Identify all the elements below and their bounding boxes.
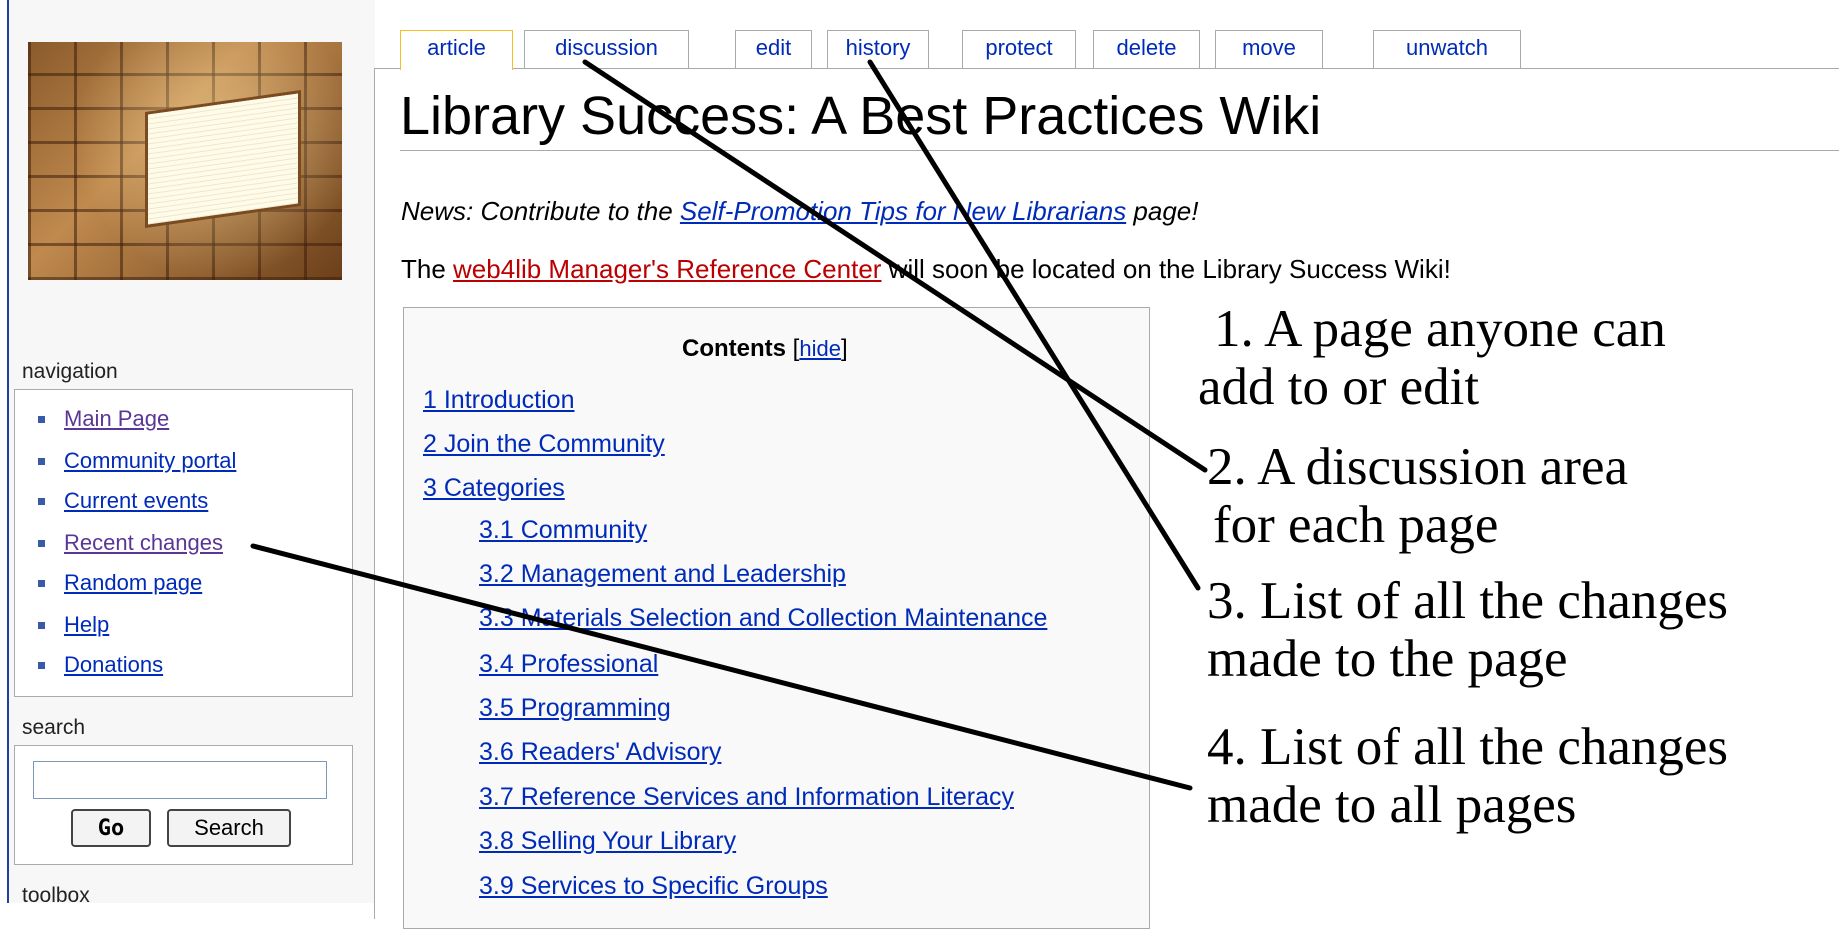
toc-item[interactable]: 3.4 Professional [479,650,658,679]
bullet-icon [38,458,45,465]
toc-hide-link[interactable]: hide [799,336,841,361]
annotation-2-line-1: 2. A discussion area [1207,438,1628,496]
news-prefix: News: Contribute to the [401,196,680,226]
toc-bracket-close: ] [840,335,848,362]
annotation-4-line-1: 4. List of all the changes [1207,718,1729,776]
annotation-4-line-2: made to all pages [1207,776,1577,834]
bullet-icon [38,662,45,669]
toc-title: Contents [hide] [682,335,848,363]
annotation-1-line-1: 1. A page anyone can [1214,300,1666,358]
search-button[interactable]: Search [167,809,291,847]
annotation-2-line-2: for each page [1213,496,1499,554]
go-button[interactable]: Go [71,809,151,847]
nav-link-current-events[interactable]: Current events [64,488,208,514]
tab-discussion[interactable]: discussion [524,30,689,68]
tab-history[interactable]: history [827,30,929,68]
tab-edit[interactable]: edit [735,30,812,68]
nav-link-main-page[interactable]: Main Page [64,406,169,432]
bullet-icon [38,540,45,547]
toc-item[interactable]: 3 Categories [423,474,565,503]
card-drawer [148,93,298,225]
nav-link-recent-changes[interactable]: Recent changes [64,530,223,556]
search-input[interactable] [33,761,327,799]
notice-line: The web4lib Manager's Reference Center w… [401,254,1451,285]
bullet-icon [38,498,45,505]
tab-move[interactable]: move [1215,30,1323,68]
notice-prefix: The [401,254,454,284]
page-title: Library Success: A Best Practices Wiki [400,86,1322,146]
tab-delete[interactable]: delete [1093,30,1200,68]
self-promotion-tips-link[interactable]: Self-Promotion Tips for New Librarians [680,196,1126,226]
toc-heading: Contents [682,335,786,362]
nav-link-donations[interactable]: Donations [64,652,163,678]
tab-protect[interactable]: protect [962,30,1076,68]
annotation-1-line-2: add to or edit [1198,358,1480,416]
toc-item[interactable]: 3.8 Selling Your Library [479,827,736,856]
notice-suffix: will soon be located on the Library Succ… [881,254,1451,284]
navigation-title: navigation [22,360,118,383]
toc-item[interactable]: 3.9 Services to Specific Groups [479,872,828,901]
toc-item[interactable]: 3.5 Programming [479,694,671,723]
toc-item[interactable]: 3.7 Reference Services and Information L… [479,783,1014,812]
bullet-icon [38,580,45,587]
library-card-catalog-logo[interactable] [28,42,342,280]
news-suffix: page! [1126,196,1199,226]
tab-unwatch[interactable]: unwatch [1373,30,1521,68]
bullet-icon [38,416,45,423]
news-line: News: Contribute to the Self-Promotion T… [401,196,1198,227]
annotation-3-line-1: 3. List of all the changes [1207,572,1729,630]
toc-item[interactable]: 2 Join the Community [423,430,665,459]
toc-item[interactable]: 1 Introduction [423,386,575,415]
annotation-3-line-2: made to the page [1207,630,1568,688]
web4lib-reference-center-link[interactable]: web4lib Manager's Reference Center [453,254,881,284]
toc-item[interactable]: 3.2 Management and Leadership [479,560,846,589]
nav-link-help[interactable]: Help [64,612,109,638]
toolbox-title: toolbox [22,884,90,907]
toc-item[interactable]: 3.1 Community [479,516,647,545]
toc-item[interactable]: 3.3 Materials Selection and Collection M… [479,604,1047,633]
tab-article[interactable]: article [400,30,513,70]
toc-item[interactable]: 3.6 Readers' Advisory [479,738,721,767]
title-divider [400,150,1839,151]
nav-link-random-page[interactable]: Random page [64,570,202,596]
nav-link-community-portal[interactable]: Community portal [64,448,236,474]
bullet-icon [38,622,45,629]
search-title: search [22,716,86,739]
